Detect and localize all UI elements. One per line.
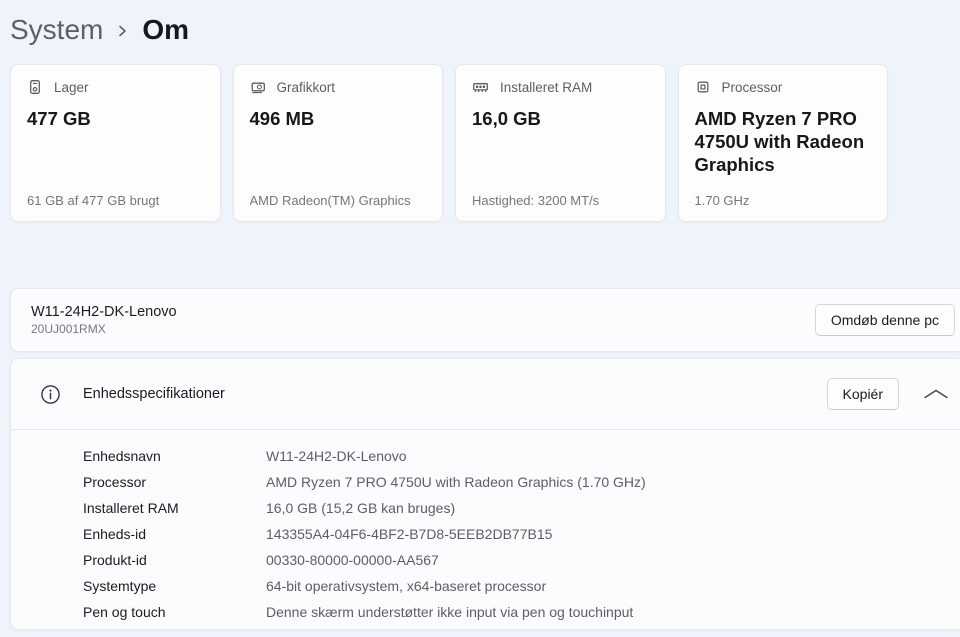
graphics-card[interactable]: Grafikkort 496 MB AMD Radeon(TM) Graphic…	[233, 64, 444, 222]
ram-card-value: 16,0 GB	[472, 108, 649, 131]
chevron-right-icon	[117, 23, 128, 39]
processor-card[interactable]: Processor AMD Ryzen 7 PRO 4750U with Rad…	[678, 64, 889, 222]
page-title: Om	[142, 14, 189, 46]
storage-card-label: Lager	[54, 80, 89, 95]
graphics-card-footer: AMD Radeon(TM) Graphics	[250, 193, 433, 208]
breadcrumb-system[interactable]: System	[10, 14, 103, 46]
device-specs-expander: Enhedsspecifikationer Kopiér Enhedsnavn …	[10, 358, 960, 630]
processor-card-label: Processor	[722, 80, 783, 95]
spec-row-product-id: Produkt-id 00330-80000-00000-AA567	[83, 547, 960, 573]
breadcrumb: System Om	[0, 0, 960, 52]
spec-table: Enhedsnavn W11-24H2-DK-Lenovo Processor …	[11, 430, 960, 625]
cpu-icon	[695, 79, 711, 95]
copy-button[interactable]: Kopiér	[827, 378, 899, 410]
processor-card-value: AMD Ryzen 7 PRO 4750U with Radeon Graphi…	[695, 108, 872, 177]
graphics-card-value: 496 MB	[250, 108, 427, 131]
info-icon	[40, 384, 61, 405]
storage-card-value: 477 GB	[27, 108, 204, 131]
gpu-icon	[250, 79, 266, 95]
spec-row-device-id: Enheds-id 143355A4-04F6-4BF2-B7D8-5EEB2D…	[83, 521, 960, 547]
device-specs-title: Enhedsspecifikationer	[83, 386, 225, 402]
device-specs-header[interactable]: Enhedsspecifikationer Kopiér	[11, 359, 960, 430]
spec-row-ram: Installeret RAM 16,0 GB (15,2 GB kan bru…	[83, 495, 960, 521]
rename-pc-button[interactable]: Omdøb denne pc	[815, 304, 955, 336]
device-model: 20UJ001RMX	[31, 322, 177, 336]
ram-card-footer: Hastighed: 3200 MT/s	[472, 193, 655, 208]
spec-row-processor: Processor AMD Ryzen 7 PRO 4750U with Rad…	[83, 469, 960, 495]
spec-row-device-name: Enhedsnavn W11-24H2-DK-Lenovo	[83, 443, 960, 469]
spec-row-system-type: Systemtype 64-bit operativsystem, x64-ba…	[83, 573, 960, 599]
storage-card-footer: 61 GB af 477 GB brugt	[27, 193, 210, 208]
ram-card[interactable]: Installeret RAM 16,0 GB Hastighed: 3200 …	[455, 64, 666, 222]
device-name: W11-24H2-DK-Lenovo	[31, 304, 177, 320]
ram-icon	[472, 79, 489, 95]
storage-icon	[27, 79, 43, 95]
graphics-card-label: Grafikkort	[277, 80, 336, 95]
hero-cards-row: Lager 477 GB 61 GB af 477 GB brugt Grafi…	[10, 64, 888, 222]
storage-card[interactable]: Lager 477 GB 61 GB af 477 GB brugt	[10, 64, 221, 222]
processor-card-footer: 1.70 GHz	[695, 193, 878, 208]
device-name-card: W11-24H2-DK-Lenovo 20UJ001RMX Omdøb denn…	[10, 288, 960, 352]
ram-card-label: Installeret RAM	[500, 80, 592, 95]
spec-row-pen-touch: Pen og touch Denne skærm understøtter ik…	[83, 599, 960, 625]
chevron-up-icon[interactable]	[921, 387, 951, 401]
